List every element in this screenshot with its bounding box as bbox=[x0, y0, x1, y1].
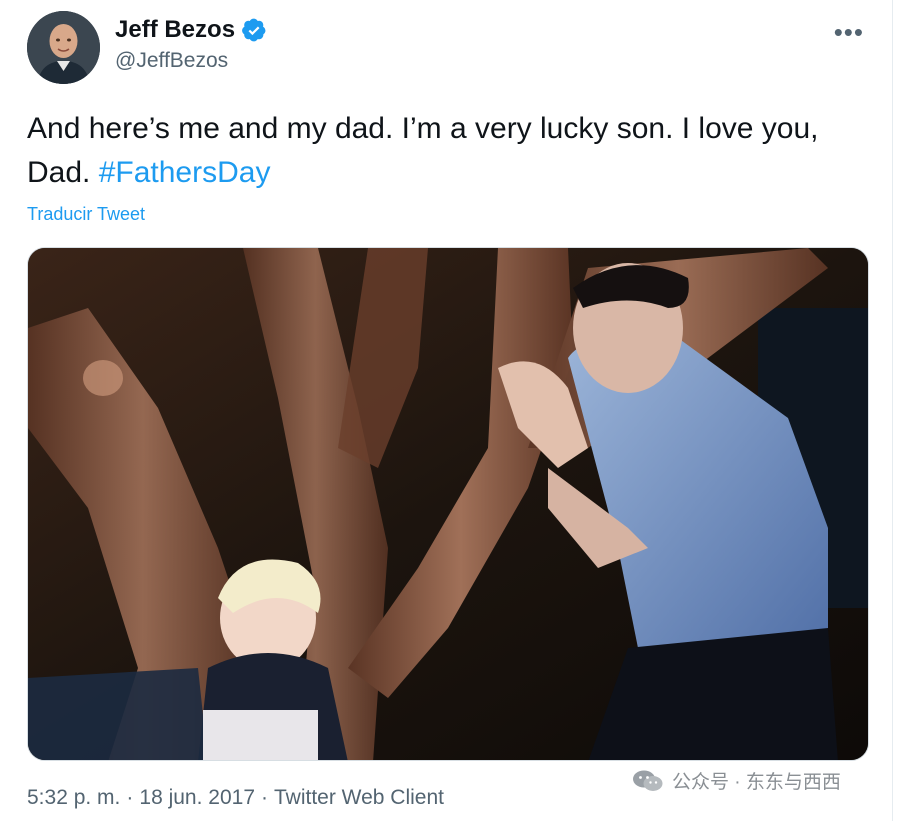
photo-image bbox=[28, 248, 868, 760]
author-name-row: Jeff Bezos bbox=[115, 15, 267, 45]
wechat-icon bbox=[633, 770, 663, 791]
verified-badge-icon bbox=[242, 18, 266, 42]
avatar[interactable] bbox=[27, 11, 100, 84]
tweet-date[interactable]: 18 jun. 2017 bbox=[139, 786, 255, 810]
more-options-icon[interactable]: ••• bbox=[834, 19, 864, 45]
avatar-image bbox=[27, 11, 100, 84]
tweet-meta: 5:32 p. m. · 18 jun. 2017 · Twitter Web … bbox=[27, 786, 444, 810]
tweet-card: Jeff Bezos @JeffBezos ••• And here’s me … bbox=[0, 0, 893, 821]
watermark: 公众号 · 东东与西西 bbox=[632, 767, 841, 794]
tweet-photo[interactable] bbox=[27, 247, 869, 761]
meta-separator: · bbox=[261, 786, 268, 809]
author-handle[interactable]: @JeffBezos bbox=[115, 48, 228, 74]
watermark-text: 公众号 · 东东与西西 bbox=[672, 772, 841, 793]
hashtag-link[interactable]: #FathersDay bbox=[99, 156, 271, 189]
translate-tweet-link[interactable]: Traducir Tweet bbox=[27, 204, 145, 225]
tweet-text: And here’s me and my dad. I’m a very luc… bbox=[27, 107, 857, 195]
tweet-time[interactable]: 5:32 p. m. bbox=[27, 786, 120, 810]
author-display-name[interactable]: Jeff Bezos bbox=[115, 15, 235, 45]
tweet-client[interactable]: Twitter Web Client bbox=[274, 786, 444, 810]
meta-separator: · bbox=[126, 786, 134, 809]
